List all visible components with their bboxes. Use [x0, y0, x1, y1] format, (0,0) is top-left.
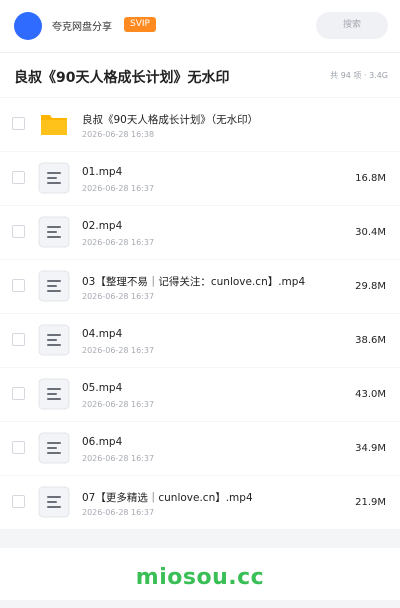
folder-icon	[38, 108, 70, 140]
file-name: 01.mp4	[82, 166, 123, 178]
file-name: 05.mp4	[82, 382, 123, 394]
file-icon	[38, 324, 70, 356]
file-row[interactable]: 02.mp4 2026-06-28 16:37 30.4M	[0, 206, 400, 259]
file-date: 2026-06-28 16:37	[82, 346, 155, 355]
file-size: 30.4M	[355, 227, 386, 238]
file-size: 38.6M	[355, 335, 386, 346]
file-date: 2026-06-28 16:38	[82, 130, 155, 139]
vip-badge: SVIP	[124, 17, 156, 32]
file-date: 2026-06-28 16:37	[82, 454, 155, 463]
file-name: 03【整理不易｜记得关注：cunlove.cn】.mp4	[82, 276, 306, 288]
select-checkbox[interactable]	[12, 117, 25, 130]
file-name: 04.mp4	[82, 328, 123, 340]
file-icon	[38, 270, 70, 302]
file-icon	[38, 432, 70, 464]
file-row[interactable]: 良叔《90天人格成长计划》（无水印） 2026-06-28 16:38	[0, 98, 400, 151]
file-size: 43.0M	[355, 389, 386, 400]
file-date: 2026-06-28 16:37	[82, 238, 155, 247]
select-checkbox[interactable]	[12, 171, 25, 184]
file-size: 29.8M	[355, 281, 386, 292]
top-bar: 夸克网盘分享 SVIP 搜索	[0, 0, 400, 53]
search-button[interactable]: 搜索	[316, 12, 388, 39]
watermark-footer: miosou.cc	[0, 548, 400, 600]
file-date: 2026-06-28 16:37	[82, 292, 155, 301]
item-count: 共 94 项 · 3.4G	[330, 71, 388, 80]
file-name: 06.mp4	[82, 436, 123, 448]
file-row[interactable]: 01.mp4 2026-06-28 16:37 16.8M	[0, 152, 400, 205]
file-row[interactable]: 03【整理不易｜记得关注：cunlove.cn】.mp4 2026-06-28 1…	[0, 260, 400, 313]
file-date: 2026-06-28 16:37	[82, 184, 155, 193]
file-icon	[38, 216, 70, 248]
file-list: 良叔《90天人格成长计划》（无水印） 2026-06-28 16:38 01.mp4…	[0, 98, 400, 530]
file-icon	[38, 378, 70, 410]
file-icon	[38, 486, 70, 518]
folder-header: 良叔《90天人格成长计划》无水印 共 94 项 · 3.4G	[0, 53, 400, 97]
select-checkbox[interactable]	[12, 279, 25, 292]
select-checkbox[interactable]	[12, 495, 25, 508]
file-size: 34.9M	[355, 443, 386, 454]
file-size: 16.8M	[355, 173, 386, 184]
file-row[interactable]: 07【更多精选｜cunlove.cn】.mp4 2026-06-28 16:37 2…	[0, 476, 400, 529]
file-row[interactable]: 05.mp4 2026-06-28 16:37 43.0M	[0, 368, 400, 421]
file-name: 07【更多精选｜cunlove.cn】.mp4	[82, 492, 253, 504]
select-checkbox[interactable]	[12, 225, 25, 238]
file-date: 2026-06-28 16:37	[82, 508, 155, 517]
file-icon	[38, 162, 70, 194]
file-name: 02.mp4	[82, 220, 123, 232]
app-name: 夸克网盘分享	[52, 22, 112, 33]
select-checkbox[interactable]	[12, 387, 25, 400]
select-checkbox[interactable]	[12, 441, 25, 454]
file-size: 21.9M	[355, 497, 386, 508]
avatar[interactable]	[14, 12, 42, 40]
page-title: 良叔《90天人格成长计划》无水印	[14, 70, 230, 86]
file-row[interactable]: 04.mp4 2026-06-28 16:37 38.6M	[0, 314, 400, 367]
file-name: 良叔《90天人格成长计划》（无水印）	[82, 114, 259, 126]
watermark-text: miosou.cc	[135, 565, 265, 590]
select-checkbox[interactable]	[12, 333, 25, 346]
file-date: 2026-06-28 16:37	[82, 400, 155, 409]
file-row[interactable]: 06.mp4 2026-06-28 16:37 34.9M	[0, 422, 400, 475]
